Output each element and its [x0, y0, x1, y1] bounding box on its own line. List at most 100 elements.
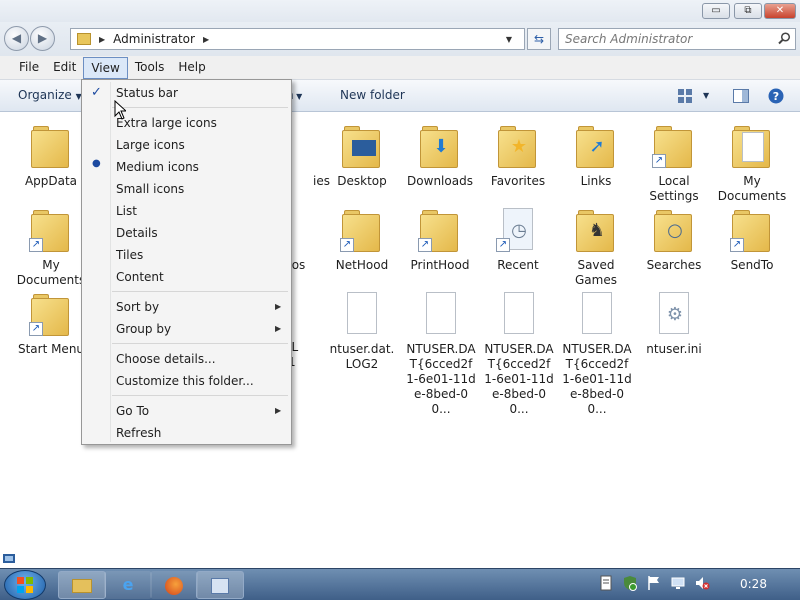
taskbar-firefox-button[interactable] — [150, 571, 198, 599]
file-item[interactable]: NTUSER.DAT{6cced2f1-6e01-11de-8bed-00... — [557, 290, 637, 417]
taskbar-explorer-button[interactable] — [58, 571, 106, 599]
menu-item-customize-folder[interactable]: Customize this folder... — [116, 373, 254, 389]
chevron-right-icon[interactable]: ▶ — [203, 35, 209, 44]
volume-muted-icon[interactable] — [694, 575, 710, 591]
folder-shortcut-icon: ↗ — [27, 290, 75, 340]
taskbar-app-button[interactable] — [196, 571, 244, 599]
file-label: PrintHood — [410, 258, 470, 272]
network-icon[interactable] — [670, 575, 686, 591]
start-button[interactable] — [4, 570, 46, 600]
menu-view[interactable]: View — [83, 57, 128, 79]
menu-edit[interactable]: Edit — [46, 56, 83, 79]
search-icon[interactable] — [778, 32, 791, 45]
search-input[interactable]: Search Administrator — [558, 28, 796, 50]
menu-item-tiles[interactable]: Tiles — [116, 247, 143, 263]
back-arrow-icon: ◀ — [11, 31, 22, 45]
menu-item-details[interactable]: Details — [116, 225, 158, 241]
clock[interactable]: 0:28 — [740, 569, 767, 600]
maximize-button[interactable]: ⧉ — [734, 3, 762, 19]
file-item[interactable]: My Documents — [713, 122, 791, 204]
back-button[interactable]: ◀ — [4, 26, 29, 51]
address-path[interactable]: Administrator — [113, 32, 195, 46]
file-item[interactable]: ↗ Start Menu — [12, 290, 90, 357]
file-label: NTUSER.DAT{6cced2f1-6e01-11de-8bed-00... — [562, 342, 632, 416]
folder-icon — [72, 578, 92, 593]
file-item[interactable]: NTUSER.DAT{6cced2f1-6e01-11de-8bed-00... — [479, 290, 559, 417]
help-button[interactable]: ? — [768, 80, 784, 111]
file-item[interactable]: ⚙ ntuser.ini — [635, 290, 713, 357]
menu-item-extra-large-icons[interactable]: Extra large icons — [116, 115, 217, 131]
link-arrow-icon: ➚ — [589, 136, 605, 157]
submenu-arrow-icon: ▶ — [275, 302, 282, 311]
minimize-button[interactable]: ▭ — [702, 3, 730, 19]
file-label: SendTo — [730, 258, 774, 272]
file-item[interactable]: ↗ Local Settings — [635, 122, 713, 204]
menu-item-small-icons[interactable]: Small icons — [116, 181, 184, 197]
file-item[interactable]: ↗ PrintHood — [401, 206, 479, 273]
file-item[interactable]: ➚ Links — [557, 122, 635, 189]
menu-file[interactable]: File — [12, 56, 46, 79]
file-item[interactable]: NTUSER.DAT{6cced2f1-6e01-11de-8bed-00... — [401, 290, 481, 417]
close-button[interactable]: ✕ — [764, 3, 796, 19]
file-item[interactable]: ◷ ↗ Recent — [479, 206, 557, 273]
refresh-button[interactable]: ⇆ — [527, 28, 551, 50]
menu-item-sort-by[interactable]: Sort by — [116, 299, 159, 315]
menu-item-list[interactable]: List — [116, 203, 137, 219]
view-menu-dropdown: ✓ Status bar Extra large icons Large ico… — [81, 79, 292, 445]
svg-text:?: ? — [773, 90, 779, 103]
menu-item-content[interactable]: Content — [116, 269, 164, 285]
change-view-button[interactable] — [678, 80, 692, 111]
menu-help[interactable]: Help — [171, 56, 212, 79]
clock-icon: ◷ — [511, 220, 527, 241]
file-item[interactable]: ⬇ Downloads — [401, 122, 479, 189]
menu-item-go-to[interactable]: Go To — [116, 403, 149, 419]
address-bar[interactable]: ▶ Administrator ▶ ▼ — [70, 28, 525, 50]
file-item[interactable]: ↗ NetHood — [323, 206, 401, 273]
menu-item-large-icons[interactable]: Large icons — [116, 137, 185, 153]
file-icon — [495, 290, 543, 340]
downloads-folder-icon: ⬇ — [416, 122, 464, 172]
chevron-down-icon[interactable]: ▼ — [506, 35, 512, 44]
file-item[interactable]: ntuser.dat.LOG2 — [323, 290, 401, 372]
document-tray-icon[interactable] — [598, 575, 614, 591]
file-item[interactable]: ↗ My Documents — [12, 206, 90, 288]
file-label: NetHood — [335, 258, 389, 272]
file-item[interactable]: ○ Searches — [635, 206, 713, 273]
file-item[interactable]: ★ Favorites — [479, 122, 557, 189]
new-folder-button[interactable]: New folder — [340, 80, 405, 111]
flag-icon[interactable] — [646, 575, 662, 591]
file-label: ntuser.dat.LOG2 — [329, 342, 395, 371]
file-item[interactable]: ↗ SendTo — [713, 206, 791, 273]
file-label: Downloads — [407, 174, 473, 188]
file-icon — [417, 290, 465, 340]
preview-pane-button[interactable] — [733, 80, 749, 111]
file-label: Searches — [646, 258, 702, 272]
menu-item-group-by[interactable]: Group by — [116, 321, 171, 337]
file-label: Saved Games — [575, 258, 617, 287]
chevron-down-icon[interactable]: ▼ — [703, 80, 709, 111]
menu-item-refresh[interactable]: Refresh — [116, 425, 161, 441]
menu-item-status-bar[interactable]: Status bar — [116, 85, 178, 101]
menu-item-choose-details[interactable]: Choose details... — [116, 351, 216, 367]
refresh-icon: ⇆ — [533, 32, 545, 46]
submenu-arrow-icon: ▶ — [275, 406, 282, 415]
folder-shortcut-icon: ↗ — [27, 206, 75, 256]
documents-folder-icon — [728, 122, 776, 172]
links-folder-icon: ➚ — [572, 122, 620, 172]
taskbar-ie-button[interactable]: e — [104, 571, 152, 599]
organize-button[interactable]: Organize ▼ — [18, 80, 82, 112]
menu-bar: File Edit View Tools Help — [0, 56, 800, 80]
file-item[interactable]: Desktop — [323, 122, 401, 189]
shortcut-arrow-icon: ↗ — [340, 238, 354, 252]
file-label: My Documents — [717, 174, 787, 203]
forward-button[interactable]: ▶ — [30, 26, 55, 51]
star-icon: ★ — [510, 136, 528, 157]
file-item[interactable]: AppData — [12, 122, 90, 189]
menu-item-medium-icons[interactable]: Medium icons — [116, 159, 199, 175]
shortcut-arrow-icon: ↗ — [730, 238, 744, 252]
shortcut-arrow-icon: ↗ — [496, 238, 510, 252]
shield-icon[interactable] — [622, 575, 638, 591]
menu-tools[interactable]: Tools — [128, 56, 172, 79]
settings-file-icon: ⚙ — [650, 290, 698, 340]
file-item[interactable]: ♞ Saved Games — [557, 206, 635, 288]
